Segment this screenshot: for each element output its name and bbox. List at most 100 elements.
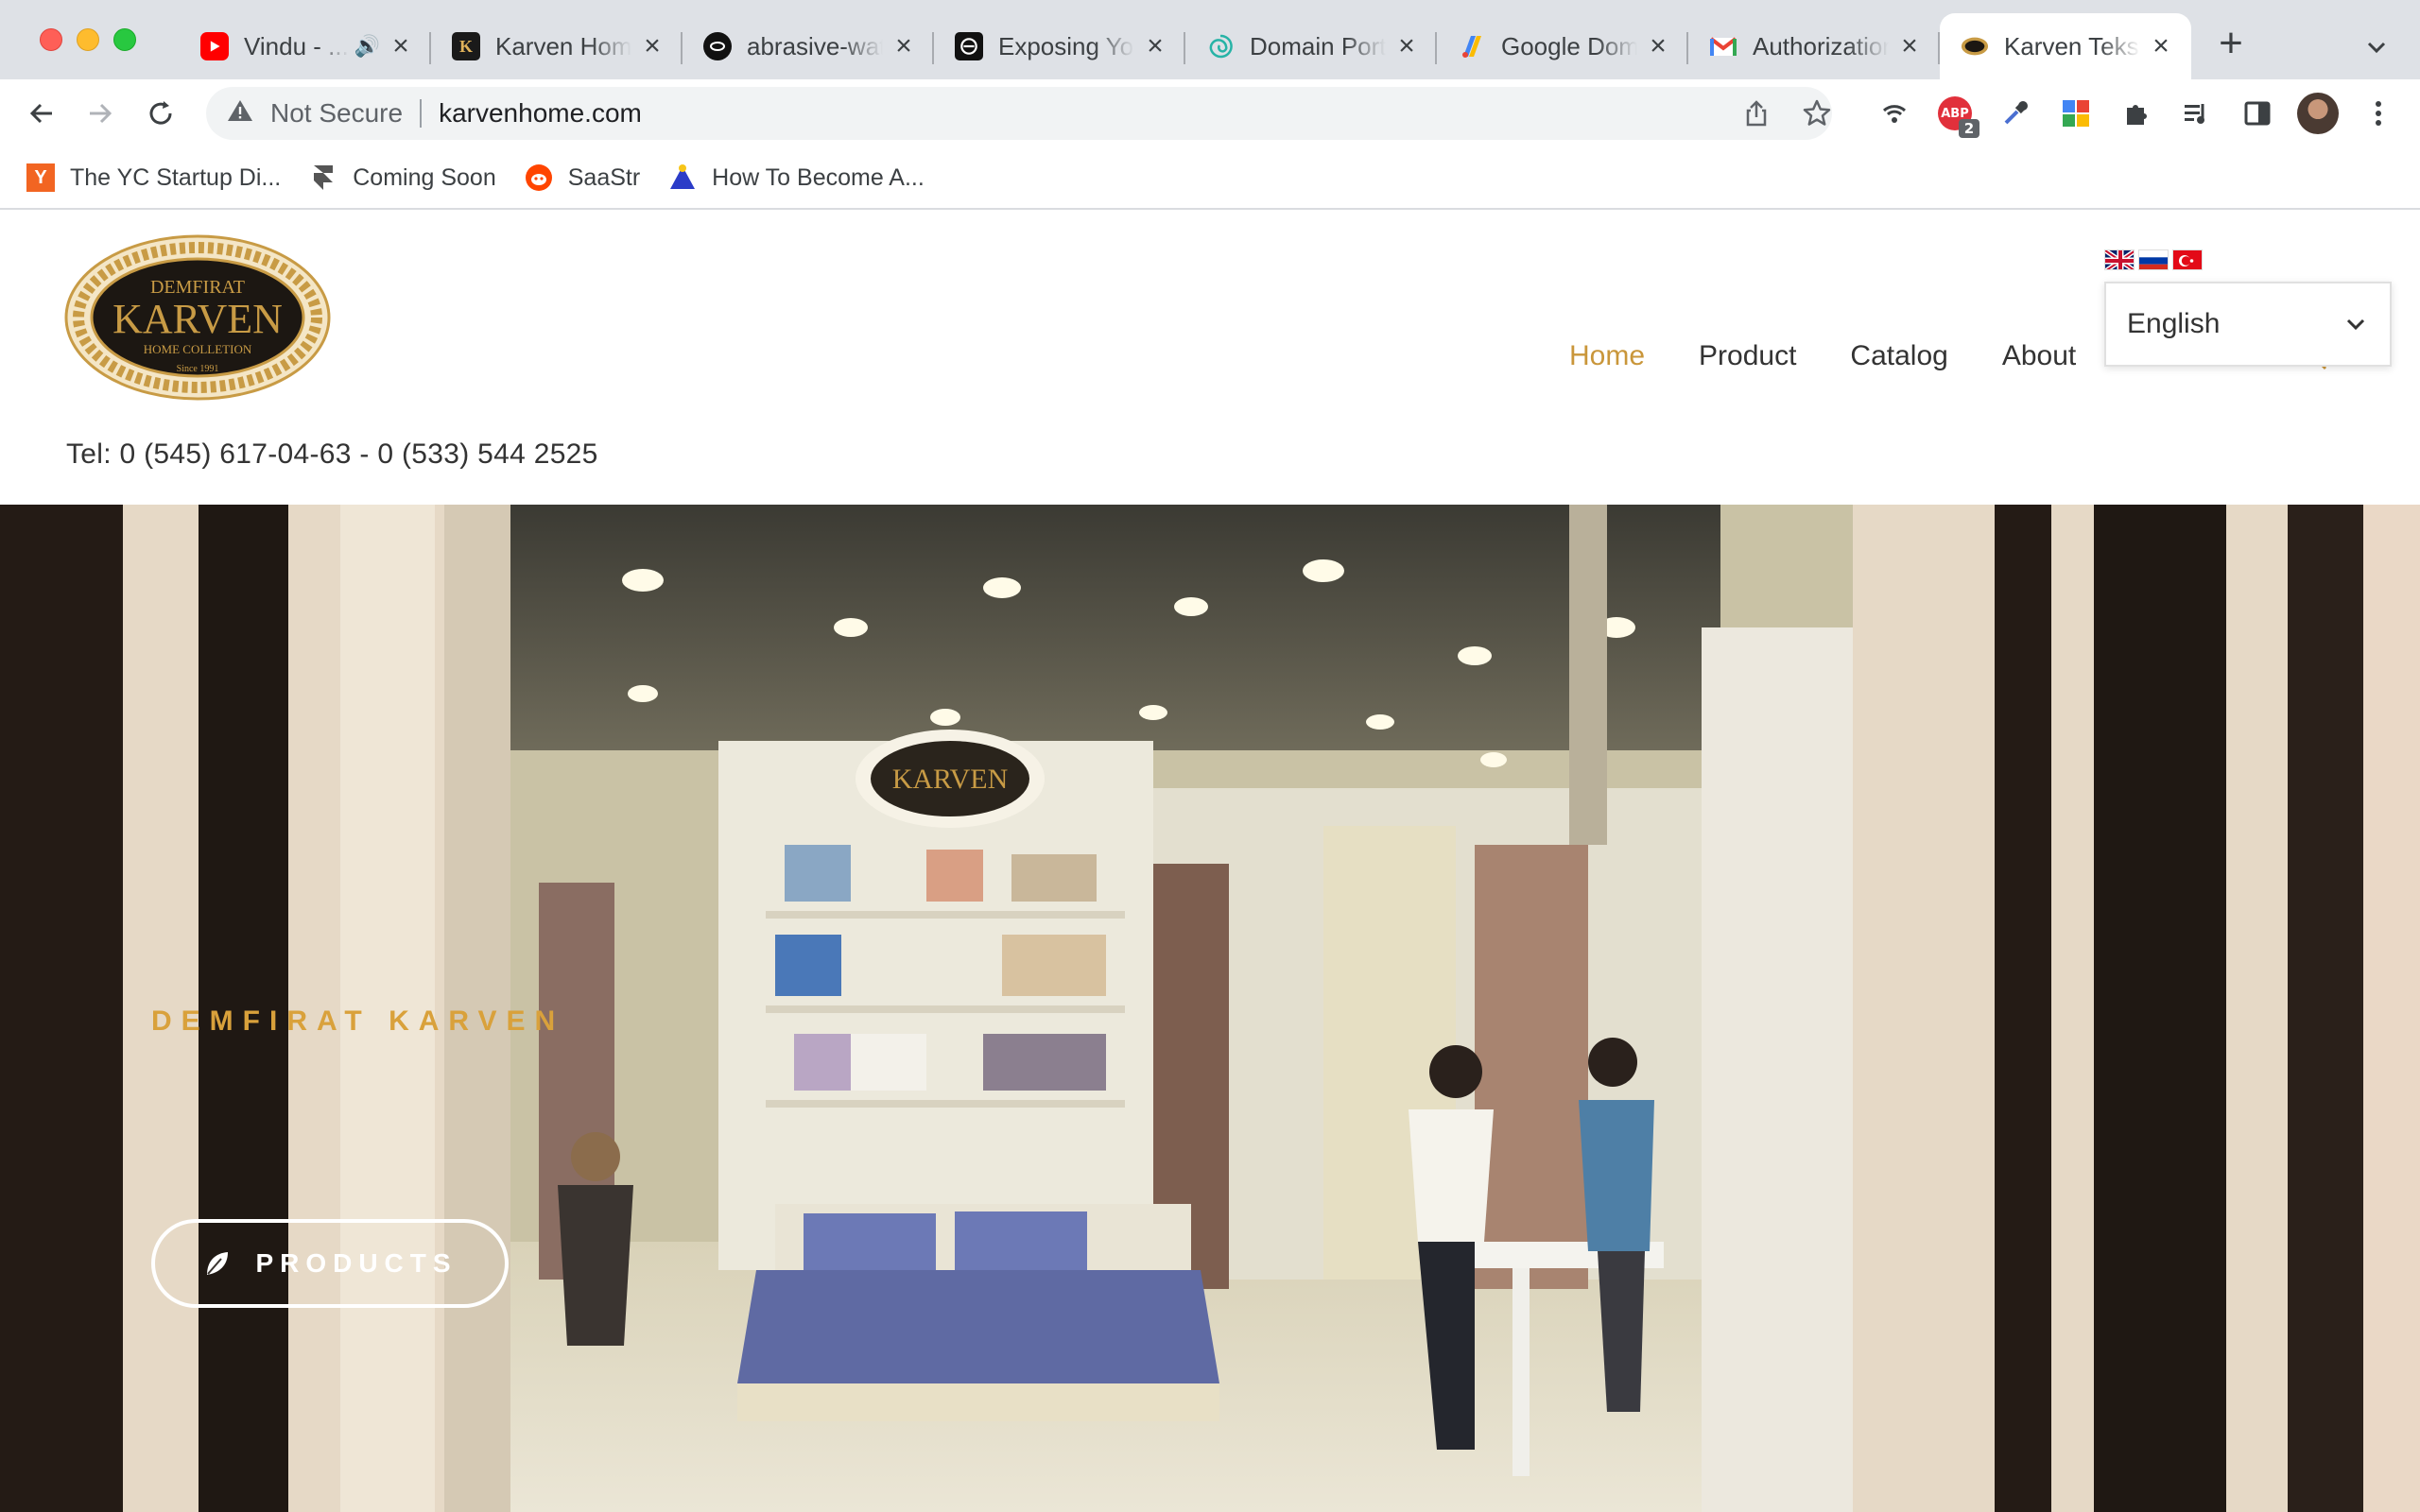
- language-select[interactable]: English: [2104, 282, 2392, 367]
- reload-button[interactable]: [142, 94, 180, 132]
- address-bar[interactable]: Not Secure karvenhome.com: [206, 87, 1832, 140]
- bookmark-item[interactable]: Y The YC Startup Di...: [26, 163, 281, 192]
- browser-tab[interactable]: Domain Portfolio ×: [1185, 13, 1437, 79]
- google-domains-icon: [1458, 32, 1486, 60]
- language-selected-value: English: [2127, 308, 2221, 339]
- warning-icon[interactable]: [227, 98, 253, 129]
- close-icon[interactable]: ×: [1393, 32, 1420, 60]
- nav-product[interactable]: Product: [1699, 340, 1796, 372]
- adblock-extension-icon[interactable]: ABP 2: [1938, 96, 1979, 138]
- wifi-extension-icon[interactable]: [1877, 96, 1911, 130]
- site-header: DEMFIRAT KARVEN HOME COLLETION Since 199…: [0, 210, 2420, 505]
- web-page: DEMFIRAT KARVEN HOME COLLETION Since 199…: [0, 210, 2420, 1512]
- google-extension-icon[interactable]: [2059, 96, 2093, 130]
- karven-logo-icon: [1961, 32, 1989, 60]
- close-icon[interactable]: ×: [1896, 32, 1923, 60]
- svg-text:KARVEN: KARVEN: [112, 296, 283, 342]
- reload-icon: [149, 101, 172, 125]
- nav-about[interactable]: About: [2002, 340, 2076, 372]
- tab-title: Google Domains: [1501, 31, 1637, 60]
- browser-tab[interactable]: abrasive-water ×: [683, 13, 934, 79]
- browser-toolbar: Not Secure karvenhome.com ABP 2: [0, 79, 2420, 147]
- site-dark-icon: [955, 32, 983, 60]
- bookmark-item[interactable]: Coming Soon: [309, 163, 496, 192]
- leaf-icon: [207, 1252, 229, 1275]
- hero-kicker: DEMFIRAT KARVEN: [151, 1005, 565, 1037]
- gmail-icon: [1709, 32, 1737, 60]
- svg-text:KARVEN: KARVEN: [892, 764, 1009, 795]
- forward-button[interactable]: [81, 94, 119, 132]
- browser-tab[interactable]: Vindu - ... 🔊 ×: [180, 13, 431, 79]
- close-icon[interactable]: ×: [388, 32, 414, 60]
- kebab-menu-icon[interactable]: [2361, 96, 2395, 130]
- close-icon[interactable]: ×: [639, 32, 666, 60]
- adblock-badge: 2: [1959, 119, 1979, 138]
- framer-icon: [309, 163, 337, 192]
- tab-search-chevron-icon[interactable]: [2358, 28, 2395, 66]
- main-nav: Home Product Catalog About: [1569, 340, 2130, 372]
- close-icon[interactable]: ×: [1645, 32, 1671, 60]
- arrow-left-icon: [29, 103, 52, 124]
- spiral-icon: [1206, 32, 1235, 60]
- browser-tab[interactable]: Google Domains ×: [1437, 13, 1688, 79]
- bookmark-label: How To Become A...: [712, 163, 925, 191]
- window-close-button[interactable]: [40, 28, 62, 51]
- back-button[interactable]: [23, 94, 60, 132]
- karven-k-icon: K: [452, 32, 480, 60]
- browser-tab-active[interactable]: Karven Tekstil ×: [1940, 13, 2191, 79]
- nav-home[interactable]: Home: [1569, 340, 1645, 372]
- tab-title: abrasive-water: [747, 31, 883, 60]
- tab-title: Karven Tekstil: [2004, 31, 2140, 60]
- products-button-label: PRODUCTS: [255, 1248, 458, 1278]
- bookmark-label: SaaStr: [567, 163, 641, 191]
- media-control-icon[interactable]: [2180, 96, 2214, 130]
- hero-section: KARVEN DEMFIRAT KARVEN PRODUCTS: [0, 505, 2420, 1512]
- site-dark-icon: [703, 32, 732, 60]
- profile-avatar[interactable]: [2297, 93, 2339, 134]
- reddit-icon: [525, 163, 553, 192]
- new-tab-button[interactable]: +: [2210, 23, 2252, 66]
- phone-number: Tel: 0 (545) 617-04-63 - 0 (533) 544 252…: [66, 438, 598, 470]
- uk-flag-icon[interactable]: [2104, 249, 2135, 270]
- bookmark-item[interactable]: How To Become A...: [668, 163, 925, 192]
- bookmark-label: The YC Startup Di...: [70, 163, 282, 191]
- browser-tab[interactable]: Exposing Your ×: [934, 13, 1185, 79]
- svg-text:HOME COLLETION: HOME COLLETION: [144, 342, 252, 356]
- triangle-icon: [668, 163, 697, 192]
- youtube-icon: [200, 32, 229, 60]
- tab-title: Authorization: [1753, 31, 1889, 60]
- bookmark-star-icon[interactable]: [1802, 98, 1832, 129]
- share-icon[interactable]: [1741, 98, 1772, 129]
- eyedropper-extension-icon[interactable]: [1998, 96, 2032, 130]
- nav-catalog[interactable]: Catalog: [1850, 340, 1947, 372]
- site-logo[interactable]: DEMFIRAT KARVEN HOME COLLETION Since 199…: [64, 234, 331, 401]
- side-panel-icon[interactable]: [2240, 96, 2274, 130]
- bookmark-item[interactable]: SaaStr: [525, 163, 640, 192]
- svg-text:Since 1991: Since 1991: [177, 364, 219, 374]
- security-status[interactable]: Not Secure: [270, 98, 403, 129]
- tab-title: Vindu - ...: [244, 31, 349, 60]
- window-zoom-button[interactable]: [113, 28, 136, 51]
- arrow-right-icon: [90, 103, 112, 124]
- close-icon[interactable]: ×: [890, 32, 917, 60]
- browser-tab-strip: Vindu - ... 🔊 × K Karven Home × abrasive…: [0, 0, 2420, 79]
- bookmark-label: Coming Soon: [353, 163, 496, 191]
- browser-tab[interactable]: Authorization ×: [1688, 13, 1940, 79]
- turkey-flag-icon[interactable]: [2172, 249, 2203, 270]
- close-icon[interactable]: ×: [1142, 32, 1168, 60]
- tab-title: Karven Home: [495, 31, 631, 60]
- tab-title: Exposing Your: [998, 31, 1134, 60]
- tab-title: Domain Portfolio: [1250, 31, 1386, 60]
- speaker-icon[interactable]: 🔊: [354, 34, 380, 59]
- products-button[interactable]: PRODUCTS: [151, 1219, 509, 1308]
- svg-text:DEMFIRAT: DEMFIRAT: [150, 277, 245, 298]
- close-icon[interactable]: ×: [2148, 32, 2174, 60]
- url-text[interactable]: karvenhome.com: [439, 98, 642, 129]
- browser-tab[interactable]: K Karven Home ×: [431, 13, 683, 79]
- window-minimize-button[interactable]: [77, 28, 99, 51]
- language-flags: [2104, 249, 2203, 270]
- bookmarks-bar: Y The YC Startup Di... Coming Soon SaaSt…: [0, 147, 2420, 210]
- russia-flag-icon[interactable]: [2138, 249, 2169, 270]
- yc-icon: Y: [26, 163, 55, 192]
- puzzle-extensions-icon[interactable]: [2119, 96, 2153, 130]
